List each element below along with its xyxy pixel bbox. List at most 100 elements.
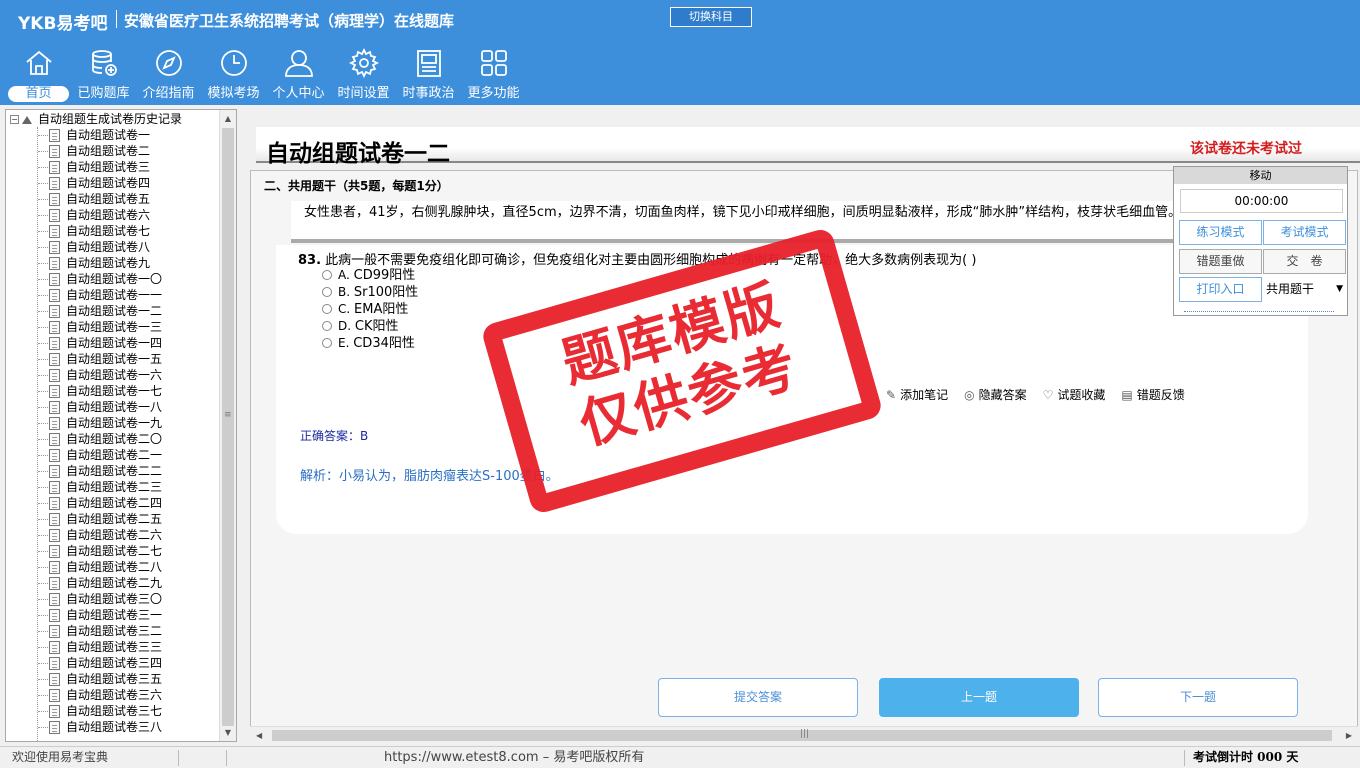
tree-item[interactable]: 自动组题试卷一八 — [6, 399, 224, 415]
option-c[interactable]: C. EMA阳性 — [322, 301, 408, 318]
tree-item[interactable]: 自动组题试卷六 — [6, 207, 224, 223]
document-icon — [49, 625, 60, 638]
tree-item[interactable]: 自动组题试卷七 — [6, 223, 224, 239]
document-icon — [49, 593, 60, 606]
scroll-right-icon[interactable]: ▶ — [1346, 727, 1352, 744]
tree-item[interactable]: 自动组题试卷一二 — [6, 303, 224, 319]
tree-item[interactable]: 自动组题试卷二五 — [6, 511, 224, 527]
scroll-left-icon[interactable]: ◀ — [256, 727, 262, 744]
tree-item[interactable]: 自动组题试卷一九 — [6, 415, 224, 431]
tree-item[interactable]: 自动组题试卷三 — [6, 159, 224, 175]
radio-button[interactable] — [322, 287, 332, 297]
nav-mock-exam[interactable]: 模拟考场 — [201, 47, 266, 105]
scrollbar-thumb[interactable] — [222, 128, 234, 726]
tree-item[interactable]: 自动组题试卷三〇 — [6, 591, 224, 607]
submit-answer-button[interactable]: 提交答案 — [658, 678, 858, 717]
option-b[interactable]: B. Sr100阳性 — [322, 284, 418, 301]
tree-item[interactable]: 自动组题试卷二三 — [6, 479, 224, 495]
document-icon — [49, 273, 60, 286]
tree-item[interactable]: 自动组题试卷二八 — [6, 559, 224, 575]
tree-item[interactable]: 自动组题试卷一六 — [6, 367, 224, 383]
document-icon — [49, 145, 60, 158]
tree-item[interactable]: 自动组题试卷五 — [6, 191, 224, 207]
nav-current-affairs[interactable]: 时事政治 — [396, 47, 461, 105]
grip-icon: ||| — [800, 729, 810, 739]
tree-item[interactable]: 自动组题试卷三八 — [6, 719, 224, 735]
tree-item[interactable]: 自动组题试卷二〇 — [6, 431, 224, 447]
add-note-button[interactable]: ✎ 添加笔记 — [886, 386, 948, 403]
tree-item[interactable]: 自动组题试卷一三 — [6, 319, 224, 335]
nav-more[interactable]: 更多功能 — [461, 47, 526, 105]
favorite-button[interactable]: ♡ 试题收藏 — [1043, 386, 1106, 403]
tree-item[interactable]: 自动组题试卷三六 — [6, 687, 224, 703]
tree-item[interactable]: 自动组题试卷一七 — [6, 383, 224, 399]
app-title: 安徽省医疗卫生系统招聘考试（病理学）在线题库 — [124, 12, 455, 30]
tree-item[interactable]: 自动组题试卷二七 — [6, 543, 224, 559]
tree-item-label: 自动组题试卷二五 — [66, 512, 163, 526]
redo-wrong-button[interactable]: 错题重做 — [1179, 249, 1262, 274]
tree-connector — [38, 343, 48, 344]
tree-item[interactable]: 自动组题试卷一四 — [6, 335, 224, 351]
hide-answer-button[interactable]: ◎ 隐藏答案 — [964, 386, 1027, 403]
nav-home[interactable]: 首页 — [6, 47, 71, 105]
radio-button[interactable] — [322, 321, 332, 331]
nav-time-settings[interactable]: 时间设置 — [331, 47, 396, 105]
question-stem: 女性患者，41岁，右侧乳腺肿块，直径5cm，边界不清，切面鱼肉样，镜下见小印戒样… — [304, 205, 1182, 220]
tree-item[interactable]: 自动组题试卷四 — [6, 175, 224, 191]
practice-mode-button[interactable]: 练习模式 — [1179, 220, 1262, 245]
tree-item[interactable]: 自动组题试卷三一 — [6, 607, 224, 623]
nav-guide[interactable]: 介绍指南 — [136, 47, 201, 105]
question-type-select[interactable]: 共用题干 ▼ — [1263, 277, 1347, 302]
tree-item[interactable]: 自动组题试卷二 — [6, 143, 224, 159]
prev-question-button[interactable]: 上一题 — [879, 678, 1079, 717]
tree-item[interactable]: 自动组题试卷二九 — [6, 575, 224, 591]
tree-item[interactable]: 自动组题试卷三二 — [6, 623, 224, 639]
tree-item[interactable]: 自动组题试卷二一 — [6, 447, 224, 463]
document-icon — [49, 657, 60, 670]
print-button[interactable]: 打印入口 — [1179, 277, 1262, 302]
tree-item[interactable]: 自动组题试卷二六 — [6, 527, 224, 543]
tree-item[interactable]: 自动组题试卷三三 — [6, 639, 224, 655]
tree-item[interactable]: 自动组题试卷三七 — [6, 703, 224, 719]
option-d[interactable]: D. CK阳性 — [322, 318, 399, 335]
tree-item[interactable]: 自动组题试卷三五 — [6, 671, 224, 687]
gear-icon — [348, 47, 379, 79]
eye-icon: ◎ — [964, 387, 975, 402]
tree-item[interactable]: 自动组题试卷三四 — [6, 655, 224, 671]
switch-subject-button[interactable]: 切换科目 — [670, 7, 752, 27]
add-note-label: 添加笔记 — [900, 388, 949, 402]
tree-item[interactable]: 自动组题试卷一五 — [6, 351, 224, 367]
nav-user-center[interactable]: 个人中心 — [266, 47, 331, 105]
tree-root[interactable]: − 自动组题生成试卷历史记录 — [10, 111, 182, 127]
document-icon — [49, 721, 60, 734]
scroll-down-icon[interactable]: ▼ — [220, 724, 236, 741]
feedback-button[interactable]: ▤ 错题反馈 — [1121, 386, 1184, 403]
tree-item[interactable]: 自动组题试卷一〇 — [6, 271, 224, 287]
sidebar-scrollbar[interactable]: ▲ ≡ ▼ — [219, 110, 236, 741]
radio-button[interactable] — [322, 338, 332, 348]
tree-item[interactable]: 自动组题试卷二二 — [6, 463, 224, 479]
panel-drag-handle[interactable]: 移动 — [1174, 167, 1347, 184]
hand-in-button[interactable]: 交 卷 — [1263, 249, 1346, 274]
option-e[interactable]: E. CD34阳性 — [322, 335, 415, 352]
tree-item[interactable]: 自动组题试卷八 — [6, 239, 224, 255]
tree-item[interactable]: 自动组题试卷一 — [6, 127, 224, 143]
tree-connector — [38, 311, 48, 312]
radio-button[interactable] — [322, 270, 332, 280]
collapse-icon[interactable]: − — [10, 115, 19, 124]
tree-connector — [38, 135, 48, 136]
tree-connector — [38, 231, 48, 232]
next-question-button[interactable]: 下一题 — [1098, 678, 1298, 717]
radio-button[interactable] — [322, 304, 332, 314]
document-icon — [49, 465, 60, 478]
tree-item[interactable]: 自动组题试卷九 — [6, 255, 224, 271]
document-icon — [49, 497, 60, 510]
tree-item[interactable]: 自动组题试卷一一 — [6, 287, 224, 303]
main-horizontal-scrollbar[interactable]: ◀ ||| ▶ — [250, 726, 1358, 743]
tree-item[interactable]: 自动组题试卷二四 — [6, 495, 224, 511]
nav-purchased[interactable]: 已购题库 — [71, 47, 136, 105]
brand-logo: YKB易考吧 — [18, 14, 108, 34]
scroll-up-icon[interactable]: ▲ — [220, 110, 236, 127]
option-a[interactable]: A. CD99阳性 — [322, 267, 415, 284]
exam-mode-button[interactable]: 考试模式 — [1263, 220, 1346, 245]
